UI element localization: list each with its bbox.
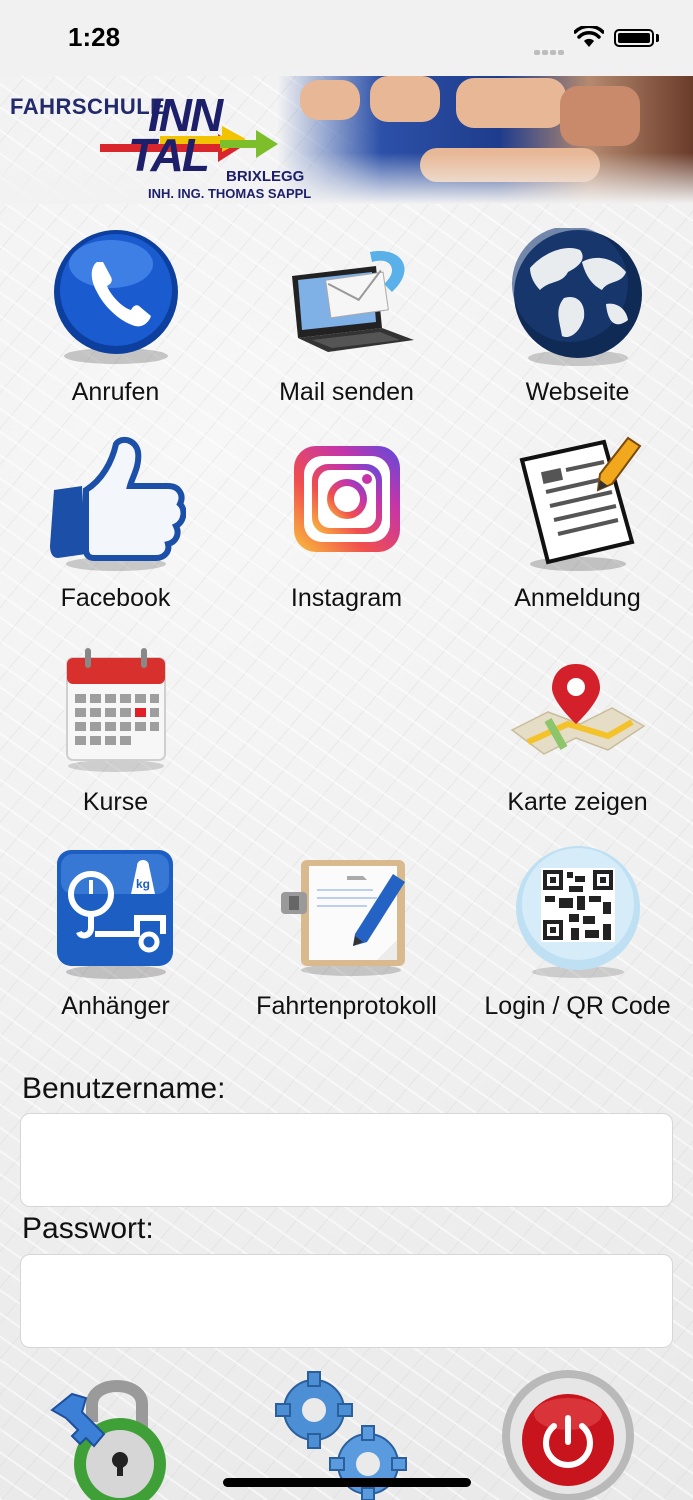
menu-item-anrufen[interactable]: Anrufen xyxy=(0,228,231,418)
laptop-mail-icon xyxy=(291,251,414,352)
menu-item-fahrtenprotokoll[interactable]: Fahrtenprotokoll xyxy=(231,846,462,1036)
menu-label: Anrufen xyxy=(71,378,160,406)
menu-item-login-qr-code[interactable]: Login / QR Code xyxy=(462,846,693,1036)
menu-label: Kurse xyxy=(82,788,149,816)
power-icon[interactable] xyxy=(500,1368,636,1500)
menu-item-karte-zeigen[interactable]: Karte zeigen xyxy=(462,644,693,834)
svg-text:kg: kg xyxy=(135,877,149,891)
wifi-icon xyxy=(574,26,604,47)
password-label: Passwort: xyxy=(22,1212,154,1245)
phone-icon xyxy=(53,230,178,364)
menu-item-facebook[interactable]: Facebook xyxy=(0,434,231,624)
map-pin-icon xyxy=(510,664,645,755)
password-input[interactable] xyxy=(20,1254,673,1348)
status-bar: 1:28 xyxy=(0,0,693,76)
menu-item-webseite[interactable]: Webseite xyxy=(462,228,693,418)
qr-code-icon xyxy=(515,846,640,978)
trailer-weight-icon: kg xyxy=(56,850,173,979)
logo-school-text: FAHRSCHULE xyxy=(10,94,166,119)
instagram-icon xyxy=(293,446,400,552)
menu-label: Fahrtenprotokoll xyxy=(256,992,437,1020)
padlock-key-icon[interactable] xyxy=(46,1368,176,1500)
thumbs-up-icon xyxy=(49,436,186,571)
menu-label: Instagram xyxy=(290,584,403,612)
globe-icon xyxy=(511,228,642,366)
menu-label: Karte zeigen xyxy=(507,788,648,816)
battery-icon xyxy=(614,29,654,47)
menu-label: Facebook xyxy=(60,584,171,612)
home-indicator xyxy=(223,1478,471,1487)
menu-item-instagram[interactable]: Instagram xyxy=(231,434,462,624)
battery-tip xyxy=(656,34,659,42)
menu-label: Anmeldung xyxy=(514,584,641,612)
menu-item-anmeldung[interactable]: Anmeldung xyxy=(462,434,693,624)
username-label: Benutzername: xyxy=(22,1072,226,1105)
menu-item-mail-senden[interactable]: Mail senden xyxy=(231,228,462,418)
logo-owner-text: INH. ING. THOMAS SAPPL xyxy=(148,186,312,201)
form-pencil-icon xyxy=(519,436,641,571)
logo-tal-text: TAL xyxy=(128,129,210,181)
menu-label: Mail senden xyxy=(279,378,414,406)
menu-label: Webseite xyxy=(525,378,630,406)
calendar-icon xyxy=(65,648,166,772)
status-time: 1:28 xyxy=(68,22,121,52)
menu-label: Anhänger xyxy=(61,992,170,1020)
menu-item-anhaenger[interactable]: kg Anhänger xyxy=(0,846,231,1036)
menu-label: Login / QR Code xyxy=(484,992,671,1020)
menu-item-kurse[interactable]: Kurse xyxy=(0,644,231,834)
username-input[interactable] xyxy=(20,1113,673,1207)
clipboard-pen-icon xyxy=(280,860,405,976)
cellular-signal-icon xyxy=(534,42,566,60)
logo-place-text: BRIXLEGG xyxy=(226,168,305,185)
